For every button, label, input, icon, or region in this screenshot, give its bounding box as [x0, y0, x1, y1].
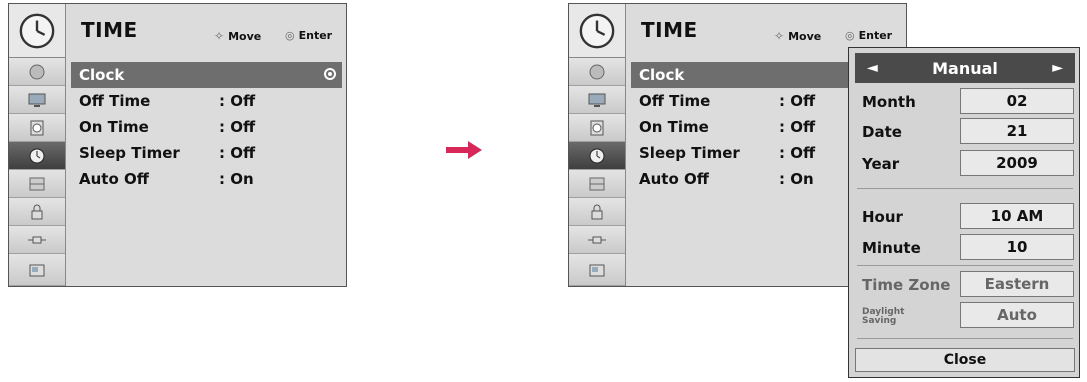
month-field[interactable]: 02 [960, 88, 1074, 114]
input-plug-icon[interactable] [9, 226, 65, 254]
move-hint-label: Move [788, 29, 822, 43]
menu-item-sleep-timer[interactable]: Sleep Timer: Off [71, 140, 342, 166]
divider [857, 265, 1073, 266]
time-zone-field[interactable]: Eastern [960, 271, 1074, 297]
clock-category-icon [9, 4, 65, 58]
enter-hint: ◎ Enter [285, 29, 332, 42]
category-sidebar [9, 4, 66, 286]
daylight-saving-row: Daylight Saving Auto [849, 302, 1081, 330]
usb-photo-icon[interactable] [569, 254, 625, 286]
hour-label: Hour [862, 208, 903, 226]
menu-item-on-time[interactable]: On Time: Off [71, 114, 342, 140]
minute-field[interactable]: 10 [960, 234, 1074, 260]
menu-title: TIME [81, 18, 138, 42]
satellite-dish-icon[interactable] [569, 58, 625, 86]
move-arrows-icon: ✧ [214, 29, 225, 43]
category-sidebar [569, 4, 626, 286]
hour-field[interactable]: 10 AM [960, 203, 1074, 229]
speaker-audio-icon[interactable] [9, 114, 65, 142]
speaker-audio-icon[interactable] [569, 114, 625, 142]
year-field[interactable]: 2009 [960, 150, 1074, 176]
date-label: Date [862, 123, 902, 141]
minute-label: Minute [862, 239, 921, 257]
date-row: Date 21 [849, 118, 1081, 146]
time-menu-items: Clock Off Time: Off On Time: Off Sleep T… [71, 62, 342, 192]
menu-title: TIME [641, 18, 698, 42]
tv-picture-icon[interactable] [9, 86, 65, 114]
move-hint-label: Move [228, 29, 262, 43]
satellite-dish-icon[interactable] [9, 58, 65, 86]
date-field[interactable]: 21 [960, 118, 1074, 144]
time-zone-row: Time Zone Eastern [849, 271, 1081, 299]
move-hint: ✧ Move [214, 29, 261, 43]
clock-mode-selector[interactable]: ◄ Manual ► [855, 53, 1075, 83]
move-hint: ✧ Move [774, 29, 821, 43]
lock-icon[interactable] [9, 198, 65, 226]
clock-setting-popup: ◄ Manual ► Month 02 Date 21 Year 2009 Ho… [848, 47, 1080, 378]
enter-hint: ◎ Enter [845, 29, 892, 42]
menu-item-clock[interactable]: Clock [71, 62, 342, 88]
arrow-left-icon[interactable]: ◄ [867, 60, 878, 76]
month-row: Month 02 [849, 88, 1081, 116]
daylight-saving-field[interactable]: Auto [960, 302, 1074, 328]
enter-hint-label: Enter [298, 29, 333, 42]
time-menu-left: TIME ✧ Move ◎ Enter Clock Off Time: Off … [8, 3, 347, 287]
clock-mode-value: Manual [932, 58, 998, 78]
close-button[interactable]: Close [855, 348, 1075, 372]
year-label: Year [862, 155, 900, 173]
option-grid-icon[interactable] [9, 170, 65, 198]
clock-time-icon[interactable] [569, 142, 625, 170]
time-zone-label: Time Zone [862, 276, 951, 294]
hour-row: Hour 10 AM [849, 203, 1081, 231]
arrow-right-icon[interactable]: ► [1052, 60, 1063, 76]
usb-photo-icon[interactable] [9, 254, 65, 286]
enter-button-icon: ◎ [285, 29, 295, 42]
enter-hint-label: Enter [858, 29, 893, 42]
input-plug-icon[interactable] [569, 226, 625, 254]
selected-radio-icon [324, 68, 336, 80]
month-label: Month [862, 93, 916, 111]
right-arrow-icon [446, 141, 482, 159]
menu-item-off-time[interactable]: Off Time: Off [71, 88, 342, 114]
menu-item-auto-off[interactable]: Auto Off: On [71, 166, 342, 192]
year-row: Year 2009 [849, 150, 1081, 178]
tv-picture-icon[interactable] [569, 86, 625, 114]
clock-time-icon[interactable] [9, 142, 65, 170]
move-arrows-icon: ✧ [774, 29, 785, 43]
option-grid-icon[interactable] [569, 170, 625, 198]
divider [857, 188, 1073, 189]
daylight-saving-label: Daylight Saving [862, 307, 905, 326]
enter-button-icon: ◎ [845, 29, 855, 42]
lock-icon[interactable] [569, 198, 625, 226]
clock-category-icon [569, 4, 625, 58]
divider [857, 338, 1073, 339]
minute-row: Minute 10 [849, 234, 1081, 262]
